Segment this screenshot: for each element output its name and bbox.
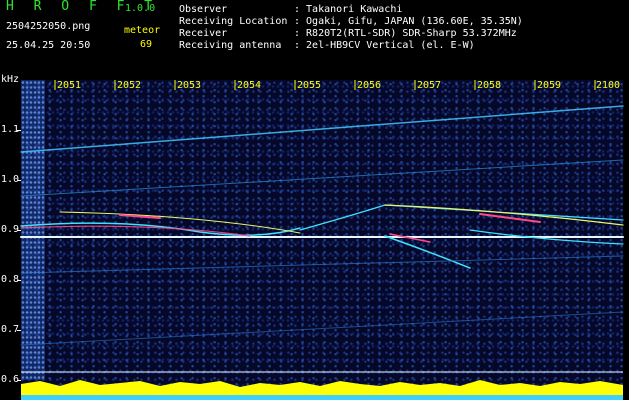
time-tick-marks: [54, 80, 596, 90]
interference-traces: [20, 105, 624, 346]
baseline-level-bar: [21, 371, 623, 400]
trace-overlay: [20, 80, 624, 400]
